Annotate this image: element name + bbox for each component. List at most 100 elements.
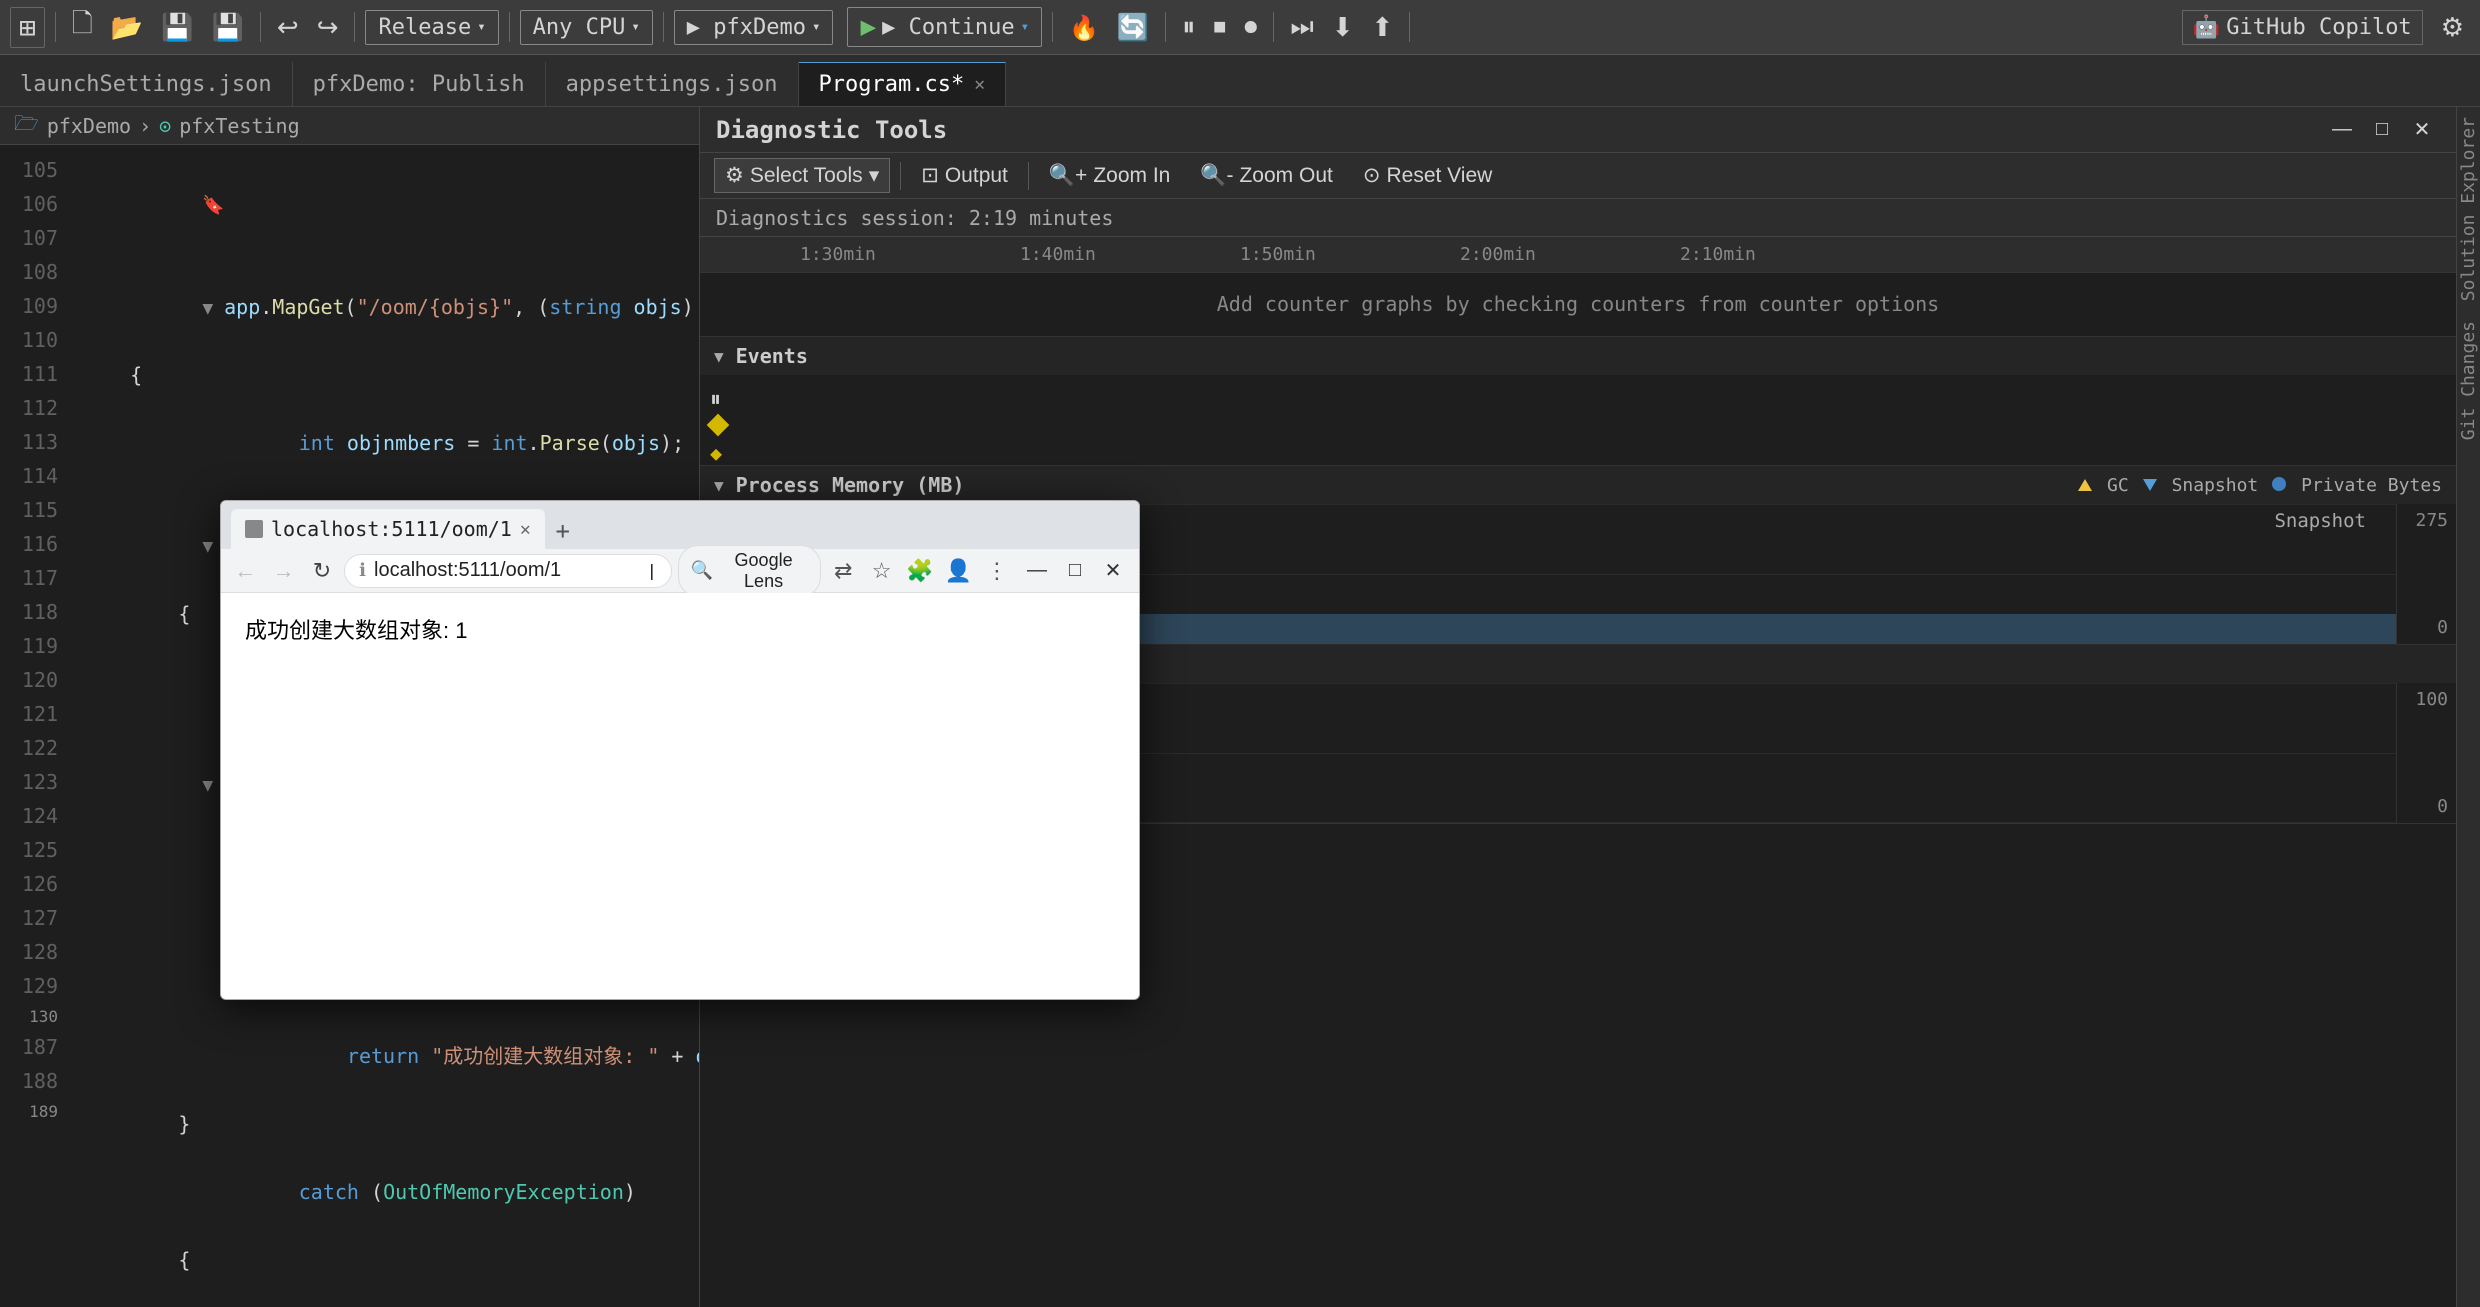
perf1-btn[interactable]: ⏸ bbox=[1176, 9, 1201, 45]
undo-btn[interactable]: ↩ bbox=[271, 10, 305, 45]
settings-btn[interactable]: ⚙ bbox=[2435, 10, 2470, 45]
fire-btn[interactable]: 🔥 bbox=[1063, 10, 1105, 45]
tab-launch-settings[interactable]: launchSettings.json bbox=[0, 62, 293, 106]
perf2-btn[interactable]: ⏹ bbox=[1207, 9, 1232, 45]
private-bytes-legend: Private Bytes bbox=[2272, 475, 2442, 496]
step-into-btn[interactable]: ⬇ bbox=[1326, 10, 1360, 45]
release-config-btn[interactable]: Release ▾ bbox=[365, 10, 498, 45]
github-copilot-btn[interactable]: 🤖 GitHub Copilot bbox=[2182, 10, 2423, 45]
forward-icon: → bbox=[273, 558, 295, 584]
continue-dropdown-icon: ▾ bbox=[1021, 19, 1029, 35]
pfxdemo-btn[interactable]: ▶ pfxDemo ▾ bbox=[674, 10, 834, 45]
diag-minimize-btn[interactable]: — bbox=[2324, 116, 2360, 144]
browser-forward-btn[interactable]: → bbox=[267, 553, 299, 589]
browser-close-btn[interactable]: ✕ bbox=[1095, 557, 1131, 585]
address-bar-input-wrap: ℹ | bbox=[344, 554, 671, 588]
any-cpu-btn[interactable]: Any CPU ▾ bbox=[520, 10, 653, 45]
reset-view-btn[interactable]: ⊙ Reset View bbox=[1353, 159, 1502, 192]
process-memory-y-axis-right: 275 0 bbox=[2396, 504, 2456, 644]
gc-legend-label: GC bbox=[2107, 475, 2129, 496]
browser-translate-btn[interactable]: ⇄ bbox=[827, 553, 859, 589]
fire-icon: 🔥 bbox=[1069, 15, 1099, 42]
lock-icon: ℹ bbox=[359, 560, 366, 581]
tab-pfxdemo-publish[interactable]: pfxDemo: Publish bbox=[293, 62, 546, 106]
step-out-btn[interactable]: ⬆ bbox=[1366, 10, 1400, 45]
extensions-icon: 🧩 bbox=[906, 558, 933, 584]
any-cpu-dropdown-icon: ▾ bbox=[631, 19, 639, 35]
timeline-hint: Add counter graphs by checking counters … bbox=[700, 273, 2456, 335]
perf3-btn[interactable]: ⏺ bbox=[1238, 9, 1263, 45]
zoom-out-btn[interactable]: 🔍- Zoom Out bbox=[1190, 160, 1343, 192]
zoom-out-icon: 🔍- bbox=[1200, 164, 1233, 188]
reset-view-label: Reset View bbox=[1386, 164, 1492, 188]
google-lens-icon: 🔍 bbox=[691, 560, 713, 581]
cpu-y-axis-right: 100 0 bbox=[2396, 683, 2456, 823]
events-arrow-icon: ◆ bbox=[710, 441, 722, 465]
events-title: Events bbox=[736, 344, 808, 368]
browser-extensions-btn[interactable]: 🧩 bbox=[904, 553, 936, 589]
gc-legend: GC bbox=[2078, 475, 2129, 496]
browser-tab-title: localhost:5111/oom/1 bbox=[271, 517, 512, 541]
browser-profile-btn[interactable]: 👤 bbox=[942, 553, 974, 589]
browser-back-btn[interactable]: ← bbox=[229, 553, 261, 589]
breadcrumb-file-label: pfxTesting bbox=[179, 114, 299, 138]
browser-maximize-btn[interactable]: □ bbox=[1057, 557, 1093, 585]
google-lens-btn[interactable]: 🔍 Google Lens bbox=[678, 545, 821, 597]
select-tools-btn[interactable]: ⚙ Select Tools ▾ bbox=[714, 158, 890, 193]
tab-program-cs-close[interactable]: ✕ bbox=[974, 74, 985, 95]
git-changes-tab[interactable]: Git Changes bbox=[2458, 321, 2479, 440]
browser-bookmark-btn[interactable]: ☆ bbox=[865, 553, 897, 589]
zoom-out-label: Zoom Out bbox=[1239, 164, 1332, 188]
timeline-area: 1:30min 1:40min 1:50min 2:00min 2:10min … bbox=[700, 237, 2456, 337]
browser-tab-close[interactable]: ✕ bbox=[520, 519, 531, 540]
browser-new-tab-btn[interactable]: + bbox=[545, 513, 581, 549]
ruler-1: 1:40min bbox=[1020, 244, 1096, 265]
output-btn[interactable]: ⊡ Output bbox=[911, 159, 1018, 192]
step-over-btn[interactable]: ⏭ bbox=[1284, 9, 1319, 45]
save-all-btn[interactable]: 💾 bbox=[206, 10, 250, 45]
github-copilot-label: GitHub Copilot bbox=[2226, 15, 2411, 40]
tab-launch-settings-label: launchSettings.json bbox=[20, 72, 272, 97]
new-file-btn[interactable]: 🗋 bbox=[66, 3, 99, 51]
breadcrumb-file: ⊙ bbox=[159, 114, 171, 138]
browser-minimize-btn[interactable]: — bbox=[1019, 557, 1055, 585]
process-memory-header[interactable]: ▼ Process Memory (MB) GC Snapshot bbox=[700, 466, 2456, 504]
zoom-in-btn[interactable]: 🔍+ Zoom In bbox=[1039, 160, 1180, 192]
code-line-109: { bbox=[82, 358, 687, 392]
copilot-icon: 🤖 bbox=[2193, 15, 2220, 40]
chart-legend-memory: GC Snapshot Private Bytes bbox=[2078, 475, 2442, 496]
save-btn[interactable]: 💾 bbox=[155, 10, 199, 45]
separator-2 bbox=[260, 12, 261, 42]
snapshot-label: Snapshot bbox=[2274, 510, 2366, 532]
open-file-btn[interactable]: 📂 bbox=[105, 10, 149, 45]
diagnostic-title-bar: Diagnostic Tools — □ ✕ bbox=[700, 107, 2456, 153]
redo-btn[interactable]: ↪ bbox=[311, 10, 345, 45]
system-icon-btn[interactable]: ⊞ bbox=[10, 7, 45, 48]
separator-8 bbox=[1273, 12, 1274, 42]
events-pause-icon: ⏸ bbox=[710, 387, 721, 412]
diag-close-btn[interactable]: ✕ bbox=[2404, 116, 2440, 144]
line-numbers: 105 106 107 108 109 110 111 112 113 114 … bbox=[0, 145, 70, 1307]
code-line-122: { bbox=[82, 1243, 687, 1277]
separator-6 bbox=[1052, 12, 1053, 42]
right-sidebar: Solution Explorer Git Changes bbox=[2456, 107, 2480, 1307]
events-section: ▼ Events ⏸ ◆ bbox=[700, 337, 2456, 466]
process-memory-collapse-icon: ▼ bbox=[714, 476, 724, 495]
diag-sep-2 bbox=[1028, 162, 1029, 190]
refresh-debug-btn[interactable]: 🔄 bbox=[1111, 10, 1155, 45]
browser-content: 成功创建大数组对象: 1 bbox=[221, 593, 1139, 999]
output-icon: ⊡ bbox=[921, 163, 939, 188]
browser-refresh-btn[interactable]: ↻ bbox=[306, 553, 338, 589]
release-label: Release bbox=[378, 15, 471, 40]
browser-menu-btn[interactable]: ⋮ bbox=[981, 553, 1013, 589]
continue-play-icon: ▶ bbox=[860, 12, 876, 42]
events-header[interactable]: ▼ Events bbox=[700, 337, 2456, 375]
solution-explorer-tab[interactable]: Solution Explorer bbox=[2458, 117, 2479, 301]
separator-1 bbox=[55, 12, 56, 42]
browser-tab-active[interactable]: localhost:5111/oom/1 ✕ bbox=[231, 509, 545, 549]
address-input[interactable] bbox=[374, 559, 639, 582]
diag-maximize-btn[interactable]: □ bbox=[2364, 116, 2400, 144]
tab-program-cs[interactable]: Program.cs* ✕ bbox=[799, 62, 1007, 106]
continue-btn[interactable]: ▶ ▶ Continue ▾ bbox=[847, 7, 1042, 47]
tab-appsettings[interactable]: appsettings.json bbox=[546, 62, 799, 106]
